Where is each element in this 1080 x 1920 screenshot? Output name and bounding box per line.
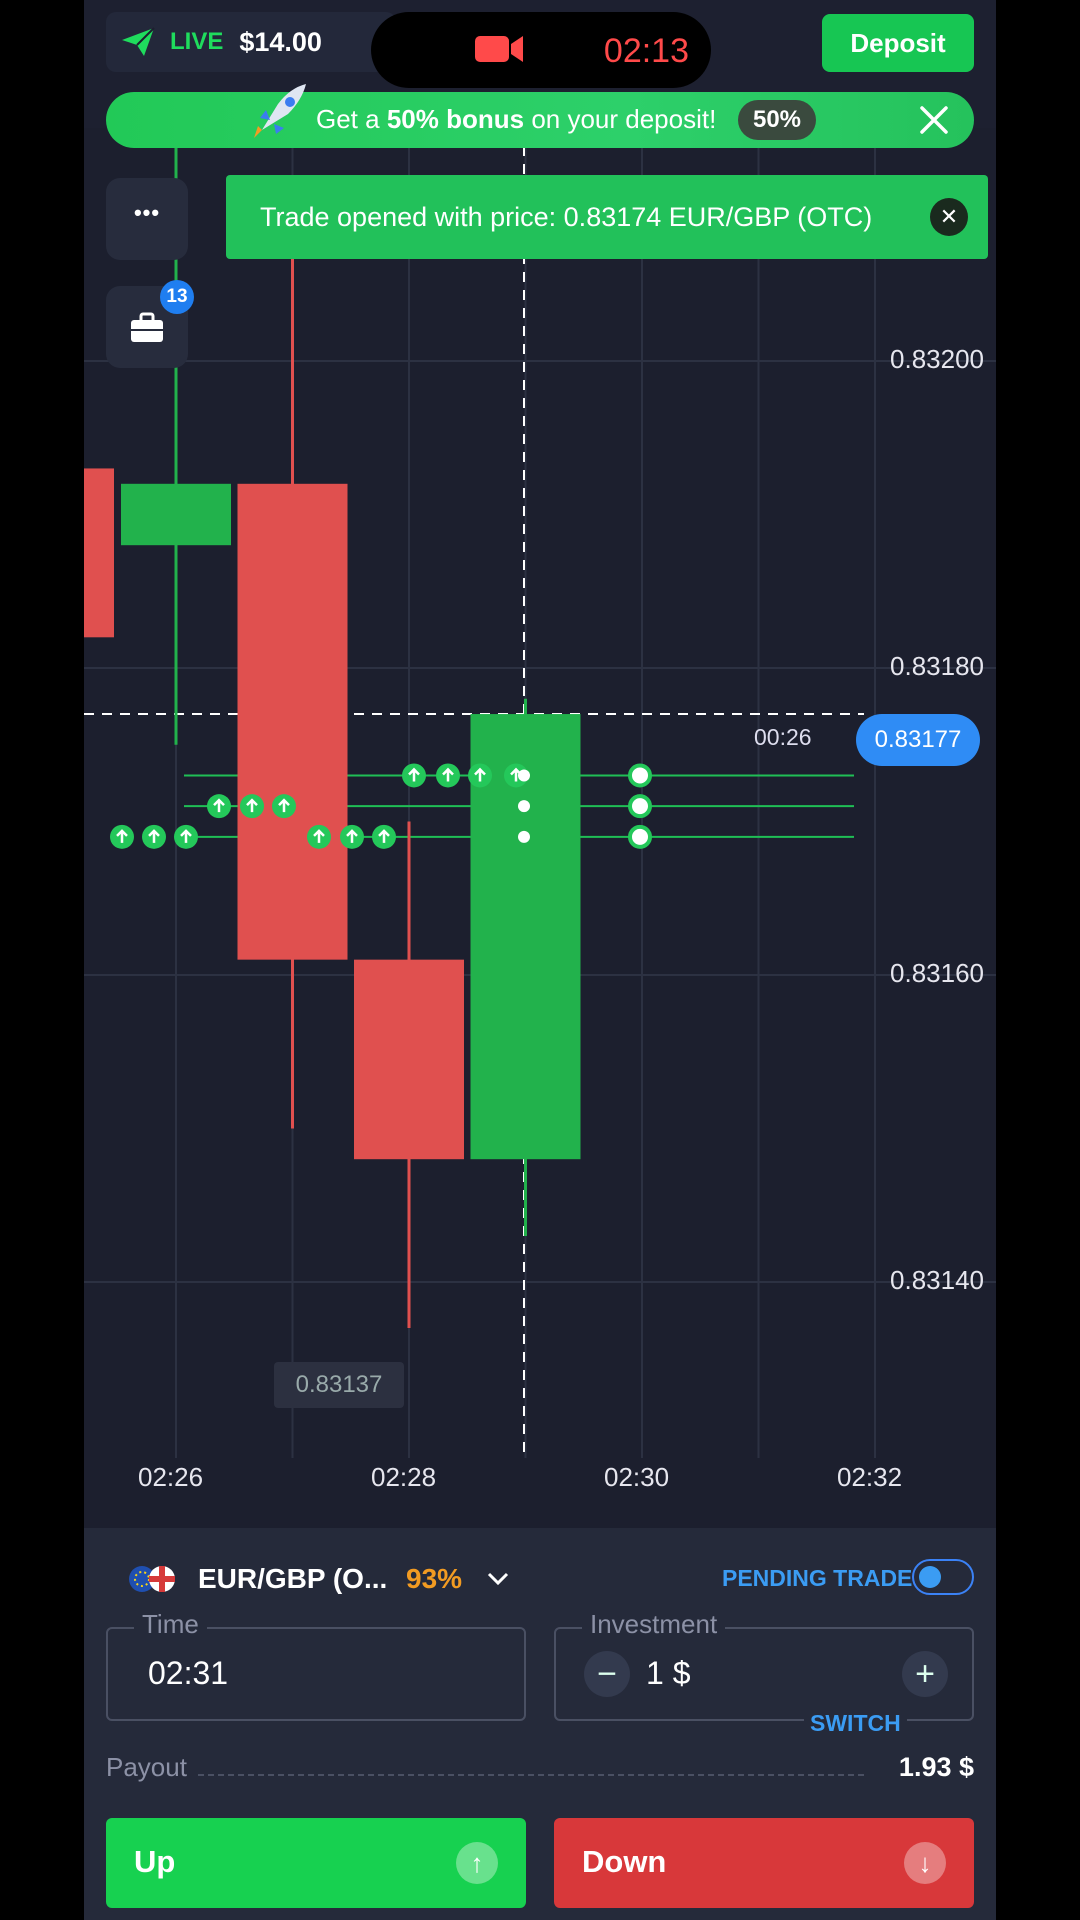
chart-area[interactable] [84, 128, 996, 1528]
promo-text-suffix: on your deposit! [524, 104, 717, 134]
time-axis-label: 02:32 [837, 1462, 903, 1492]
trade-open-dot [518, 769, 530, 782]
trades-button[interactable]: 13 [106, 280, 194, 368]
account-selector[interactable]: LIVE $14.00 [106, 12, 396, 72]
close-icon[interactable] [914, 100, 954, 140]
rocket-icon [254, 84, 306, 138]
current-price-badge: 0.83177 [856, 714, 980, 766]
candle-countdown: 00:26 [754, 724, 812, 750]
asset-selector-row: EUR/GBP (O... 93% PENDING TRADE [84, 1555, 996, 1603]
trade-expiry-dot [628, 763, 652, 788]
trading-app: 0.83200 0.83180 0.83160 0.83140 02:26 02… [84, 0, 996, 1920]
candle-body [121, 483, 231, 546]
payout-value: 1.93 $ [898, 1752, 974, 1782]
promo-banner[interactable]: Get a 50% bonus on your deposit! 50% [106, 84, 974, 148]
toggle-knob [919, 1566, 941, 1588]
more-dots-icon: ••• [133, 200, 161, 225]
payout-row: Payout 1.93 $ [106, 1748, 974, 1788]
increase-investment-button[interactable]: + [902, 1651, 948, 1697]
trade-open-dot [518, 800, 530, 813]
price-axis-label: 0.83200 [890, 344, 984, 374]
low-price-tag: 0.83137 [274, 1362, 404, 1408]
promo-text-pct: 50% [386, 104, 439, 134]
price-axis-label: 0.83180 [890, 651, 984, 681]
toast-message: Trade opened with price: 0.83174 EUR/GBP… [260, 202, 873, 232]
investment-field-label: Investment [582, 1609, 726, 1640]
pending-trade-label: PENDING TRADE [722, 1565, 913, 1591]
decrease-investment-button[interactable]: − [584, 1651, 630, 1697]
switch-button[interactable]: SWITCH [804, 1710, 907, 1737]
up-button[interactable]: Up ↑ [106, 1818, 526, 1908]
paper-plane-icon [122, 27, 155, 56]
top-bar: LIVE $14.00 02:13 Deposit [84, 0, 996, 88]
candle-body [354, 959, 464, 1160]
trade-open-dot [518, 830, 530, 843]
asset-name: EUR/GBP (O... [198, 1563, 388, 1594]
arrow-up-icon: ↑ [456, 1842, 498, 1884]
time-field[interactable]: Time 02:31 [106, 1609, 526, 1721]
payout-label: Payout [106, 1752, 187, 1782]
screen-recording-indicator: 02:13 [371, 12, 711, 88]
candle-body [84, 468, 114, 638]
time-field-label: Time [134, 1609, 207, 1640]
trade-opened-toast: Trade opened with price: 0.83174 EUR/GBP… [226, 175, 988, 259]
promo-text: Get a 50% bonus on your deposit! [316, 104, 716, 135]
asset-payout-percent: 93% [406, 1563, 463, 1594]
down-button[interactable]: Down ↓ [554, 1818, 974, 1908]
account-balance: $14.00 [239, 26, 322, 57]
time-axis-label: 02:30 [604, 1462, 670, 1492]
investment-value: 1 $ [646, 1655, 691, 1691]
candlestick-chart [84, 128, 996, 1458]
deposit-button[interactable]: Deposit [822, 14, 974, 72]
candle-body [237, 483, 348, 960]
asset-selector[interactable]: EUR/GBP (O... 93% [124, 1555, 594, 1603]
recording-time: 02:13 [603, 32, 689, 70]
pending-trade-toggle[interactable] [912, 1559, 974, 1595]
payout-divider [198, 1774, 864, 1776]
trade-expiry-dot [628, 794, 652, 819]
time-axis-label: 02:28 [371, 1462, 437, 1492]
trades-count-badge: 13 [160, 280, 194, 314]
briefcase-icon [131, 312, 163, 342]
investment-field[interactable]: Investment − 1 $ + [554, 1609, 974, 1721]
price-axis-label: 0.83140 [890, 1265, 984, 1295]
up-button-label: Up [134, 1844, 176, 1879]
toast-close-button[interactable]: ✕ [930, 198, 968, 236]
promo-badge: 50% [738, 100, 816, 140]
time-axis-label: 02:26 [138, 1462, 204, 1492]
down-button-label: Down [582, 1844, 667, 1879]
menu-button[interactable]: ••• [106, 178, 188, 260]
arrow-down-icon: ↓ [904, 1842, 946, 1884]
eur-gbp-flag-icon [129, 1566, 175, 1592]
promo-text-prefix: Get a [316, 104, 387, 134]
time-field-value: 02:31 [148, 1655, 229, 1691]
account-mode: LIVE [170, 28, 224, 55]
video-camera-icon [475, 36, 523, 62]
price-axis-label: 0.83160 [890, 958, 984, 988]
trade-expiry-dot [628, 824, 652, 849]
chevron-down-icon [487, 1572, 509, 1586]
promo-text-bonus: bonus [438, 104, 525, 134]
